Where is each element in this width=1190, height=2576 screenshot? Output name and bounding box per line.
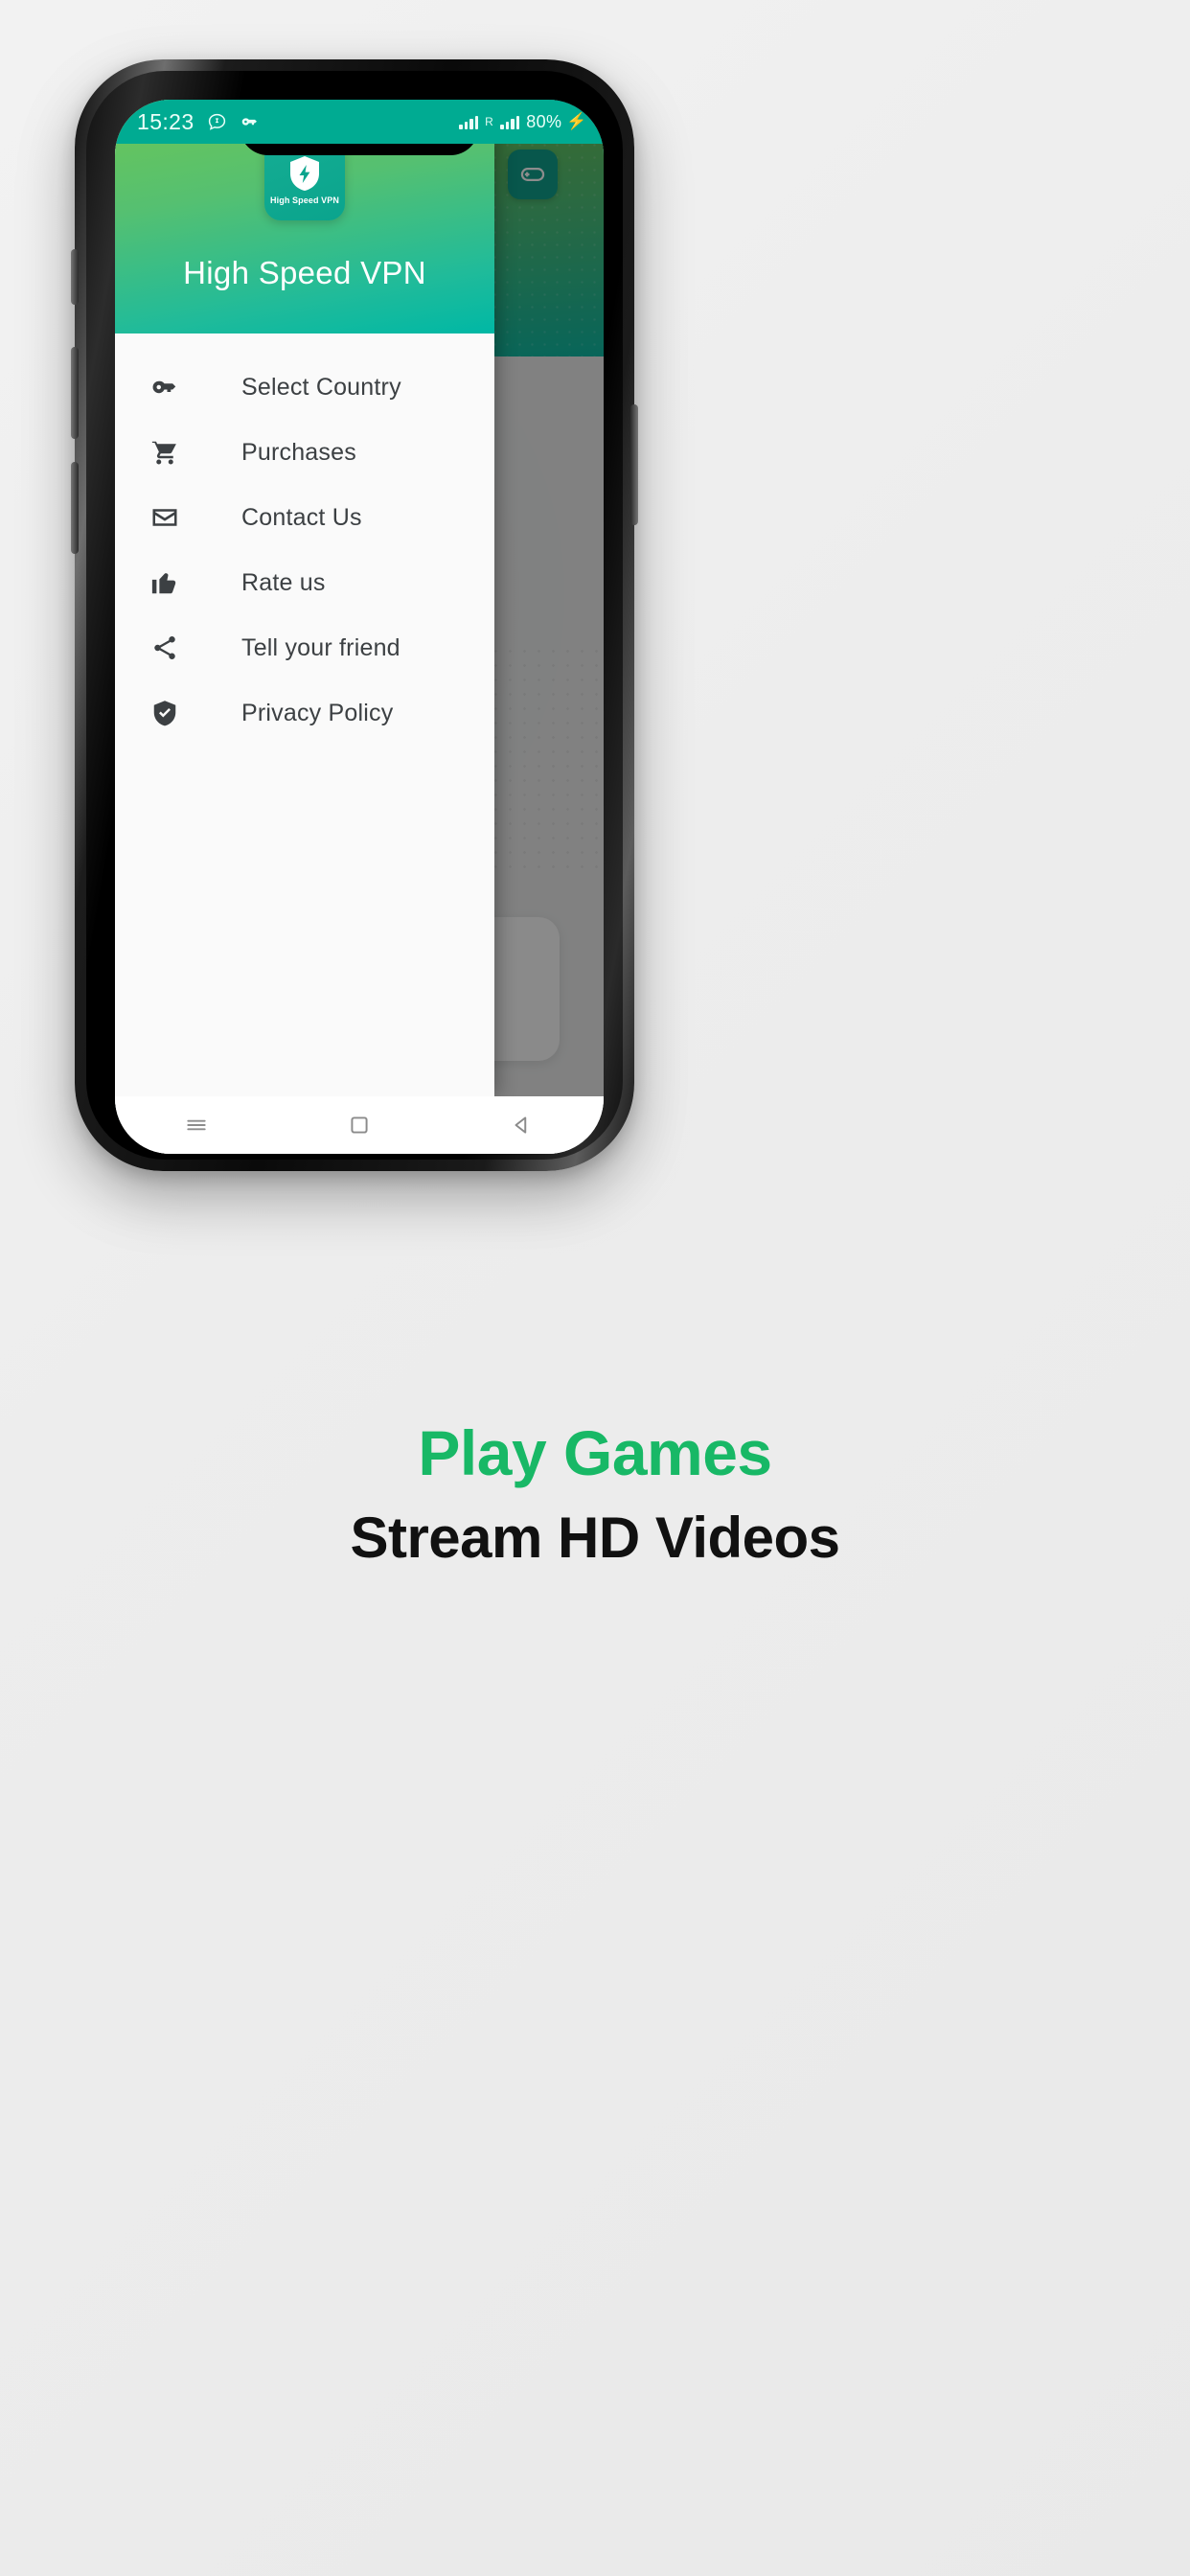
recents-menu-icon[interactable]: [184, 1113, 209, 1138]
status-bar: 15:23 R 80% ⚡: [115, 100, 604, 144]
menu-item-select-country[interactable]: Select Country: [115, 355, 494, 420]
silent-switch[interactable]: [71, 249, 79, 305]
messaging-icon: [207, 112, 227, 132]
phone-screen: PN ⚡ Get Now: [115, 100, 604, 1154]
menu-item-rate-us[interactable]: Rate us: [115, 550, 494, 615]
thumb-up-icon: [144, 568, 186, 597]
menu-item-contact-us[interactable]: Contact Us: [115, 485, 494, 550]
volume-up-button[interactable]: [71, 347, 79, 439]
shopping-cart-icon: [144, 438, 186, 467]
poster-stage: PN ⚡ Get Now: [0, 0, 1190, 2576]
drawer-menu: Select Country Purchases Contact Us Rate…: [115, 334, 494, 1096]
menu-item-privacy-policy[interactable]: Privacy Policy: [115, 680, 494, 746]
back-triangle-icon[interactable]: [510, 1113, 535, 1138]
caption-line-2: Stream HD Videos: [350, 1506, 840, 1570]
home-square-icon[interactable]: [347, 1113, 372, 1138]
signal-bars-2-icon: [500, 114, 520, 129]
phone-frame: PN ⚡ Get Now: [71, 59, 638, 1171]
share-icon: [144, 633, 186, 662]
status-bar-left: 15:23: [137, 109, 261, 135]
menu-item-tell-your-friend[interactable]: Tell your friend: [115, 615, 494, 680]
power-button[interactable]: [630, 404, 638, 525]
caption-line-1: Play Games: [418, 1417, 772, 1488]
shield-bolt-icon: [288, 155, 321, 192]
status-bar-right: R 80% ⚡: [459, 112, 587, 132]
poster-caption: Play Games Stream HD Videos: [0, 1416, 1190, 1571]
signal-bars-icon: [459, 114, 479, 129]
logo-wordmark: High Speed VPN: [270, 196, 339, 205]
charging-bolt-icon: ⚡: [566, 112, 587, 130]
volume-down-button[interactable]: [71, 462, 79, 554]
menu-item-label: Rate us: [241, 568, 326, 596]
menu-item-label: Tell your friend: [241, 633, 400, 661]
menu-item-label: Privacy Policy: [241, 699, 394, 726]
menu-item-purchases[interactable]: Purchases: [115, 420, 494, 485]
android-nav-bar: [115, 1096, 604, 1154]
navigation-drawer: High Speed VPN High Speed VPN Select Cou: [115, 100, 494, 1096]
menu-item-label: Purchases: [241, 438, 356, 466]
vpn-key-icon: [144, 373, 186, 402]
status-bar-clock: 15:23: [137, 108, 195, 134]
vpn-key-icon: [240, 111, 261, 132]
drawer-title: High Speed VPN: [183, 255, 426, 290]
battery-label: 80%: [526, 111, 562, 131]
menu-item-label: Contact Us: [241, 503, 362, 531]
phone-bezel: PN ⚡ Get Now: [86, 71, 623, 1160]
verified-shield-icon: [144, 699, 186, 727]
email-icon: [144, 503, 186, 532]
menu-item-label: Select Country: [241, 373, 401, 401]
roaming-label: R: [485, 115, 494, 128]
